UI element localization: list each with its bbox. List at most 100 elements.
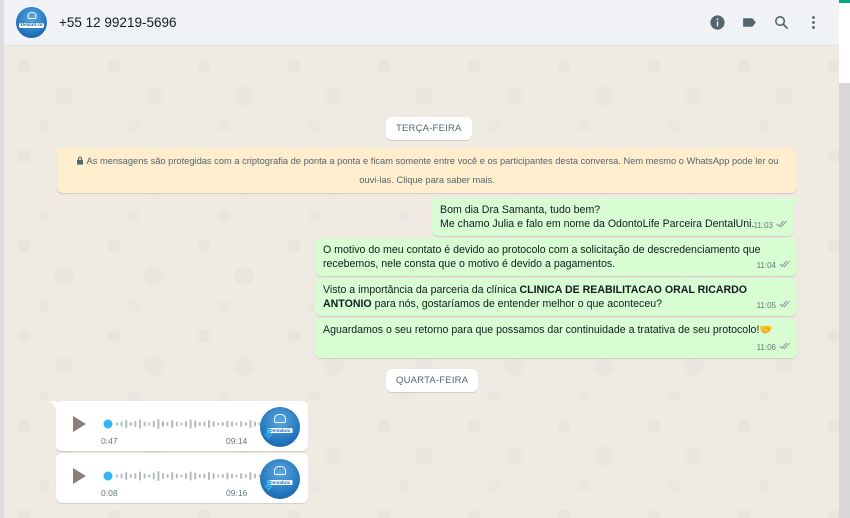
outgoing-message[interactable]: O motivo do meu contato é devido ao prot… <box>315 238 797 276</box>
waveform-bar <box>139 419 141 429</box>
window-side-strip <box>839 0 850 518</box>
handshake-emoji: 🤝 <box>759 324 773 336</box>
sender-avatar: DentalUni <box>260 459 300 499</box>
waveform-bar <box>139 471 141 481</box>
outgoing-message[interactable]: Visto a importância da parceria da clíni… <box>315 278 797 316</box>
outgoing-message[interactable]: Bom dia Dra Samanta, tudo bem? Me chamo … <box>432 198 800 236</box>
waveform-bar <box>240 421 243 427</box>
waveform-bar <box>194 472 197 480</box>
contact-avatar[interactable]: DentalUni <box>16 7 47 38</box>
waveform-bar <box>240 473 243 479</box>
bubble-tail <box>50 401 57 409</box>
waveform-bar <box>134 421 137 427</box>
waveform-bar <box>194 420 197 428</box>
encryption-notice-text: As mensagens são protegidas com a cripto… <box>86 156 779 185</box>
waveform-bar <box>166 422 169 426</box>
play-icon[interactable] <box>70 415 88 433</box>
waveform-bar <box>180 474 183 478</box>
outgoing-message[interactable]: Aguardamos o seu retorno para que possam… <box>315 318 797 358</box>
double-check-icon <box>779 299 791 313</box>
waveform-bar <box>235 474 238 478</box>
waveform-bar <box>148 422 151 426</box>
waveform-bar <box>175 473 178 479</box>
waveform-bar <box>198 422 201 426</box>
message-text: Aguardamos o seu retorno para que possam… <box>323 323 789 337</box>
waveform-bar <box>208 472 210 480</box>
waveform-bar <box>120 473 123 479</box>
bubble-tail <box>793 198 800 206</box>
date-separator-tuesday: TERÇA-FEIRA <box>386 117 472 140</box>
waveform-bar <box>152 472 155 480</box>
message-text-post: para nós, gostaríamos de entender melhor… <box>371 298 662 310</box>
search-icon[interactable] <box>765 7 797 39</box>
label-icon[interactable] <box>733 7 765 39</box>
voice-message[interactable]: 0:08 09:16 DentalUni <box>56 453 308 503</box>
waveform-bar <box>254 421 256 427</box>
waveform-bar <box>221 474 224 478</box>
microphone-icon <box>264 479 273 497</box>
lock-icon <box>76 153 84 171</box>
waveform-bar <box>203 473 206 479</box>
waveform-bar <box>166 474 169 478</box>
message-line: Me chamo Julia e falo em nome da OdontoL… <box>440 218 755 230</box>
message-time: 11:06 <box>756 343 776 352</box>
chat-window: DentalUni +55 12 99219-5696 TERÇA-FEIRA … <box>0 0 839 518</box>
header-actions <box>701 7 829 39</box>
waveform-bar <box>221 422 224 426</box>
microphone-icon <box>264 427 273 445</box>
tooth-logo-icon <box>274 414 286 423</box>
waveform-bar <box>134 473 137 479</box>
voice-message[interactable]: 0:47 09:14 DentalUni <box>50 401 308 451</box>
waveform-bar <box>129 474 132 478</box>
waveform-bar <box>217 422 220 426</box>
waveform-bar <box>120 421 123 427</box>
waveform-bar <box>185 473 187 479</box>
waveform-bar <box>254 473 256 479</box>
side-strip-top <box>839 3 850 83</box>
waveform-bar <box>249 420 252 428</box>
playback-position-dot[interactable] <box>103 419 113 429</box>
waveform-bar <box>116 474 118 478</box>
waveform-bar <box>171 420 174 428</box>
play-icon[interactable] <box>70 467 88 485</box>
double-check-icon <box>779 341 791 355</box>
menu-icon[interactable] <box>797 7 829 39</box>
encryption-notice[interactable]: As mensagens são protegidas com a cripto… <box>57 148 797 193</box>
waveform-bar <box>198 474 201 478</box>
waveform-bar <box>249 472 252 480</box>
waveform-bar <box>143 473 146 479</box>
playback-position-dot[interactable] <box>103 471 113 481</box>
message-text: O motivo do meu contato é devido ao prot… <box>323 244 761 270</box>
message-text-pre: Visto a importância da parceria da clíni… <box>323 284 520 296</box>
waveform-bar <box>226 472 229 480</box>
info-icon[interactable] <box>701 7 733 39</box>
waveform-bar <box>148 474 151 478</box>
chat-header: DentalUni +55 12 99219-5696 <box>4 0 839 46</box>
date-separator-wednesday: QUARTA-FEIRA <box>386 369 479 392</box>
contact-name[interactable]: +55 12 99219-5696 <box>59 15 177 30</box>
waveform-bar <box>185 421 187 427</box>
waveform-bar <box>143 421 146 427</box>
waveform-bar <box>244 474 247 478</box>
waveform-bar <box>152 420 155 428</box>
message-text: Visto a importância da parceria da clíni… <box>323 283 789 311</box>
voice-time: 09:14 <box>226 436 248 446</box>
waveform-bar <box>171 472 174 480</box>
waveform-bar <box>231 421 233 427</box>
tooth-logo-icon <box>274 466 286 475</box>
message-meta: 11:03 <box>754 219 788 233</box>
message-time: 11:04 <box>756 261 776 270</box>
sender-avatar: DentalUni <box>260 407 300 447</box>
waveform-bar <box>189 419 192 429</box>
waveform-bar <box>162 421 164 427</box>
message-text-body: Aguardamos o seu retorno para que possam… <box>323 324 760 336</box>
waveform-bar <box>203 421 206 427</box>
waveform-bar <box>162 473 164 479</box>
message-meta: 11:06 <box>757 341 791 355</box>
waveform-bar <box>175 421 178 427</box>
voice-time: 09:16 <box>226 488 248 498</box>
waveform-bar <box>129 422 132 426</box>
message-meta: 11:05 <box>757 299 791 313</box>
waveform-bar <box>212 421 215 427</box>
waveform-bar <box>235 422 238 426</box>
